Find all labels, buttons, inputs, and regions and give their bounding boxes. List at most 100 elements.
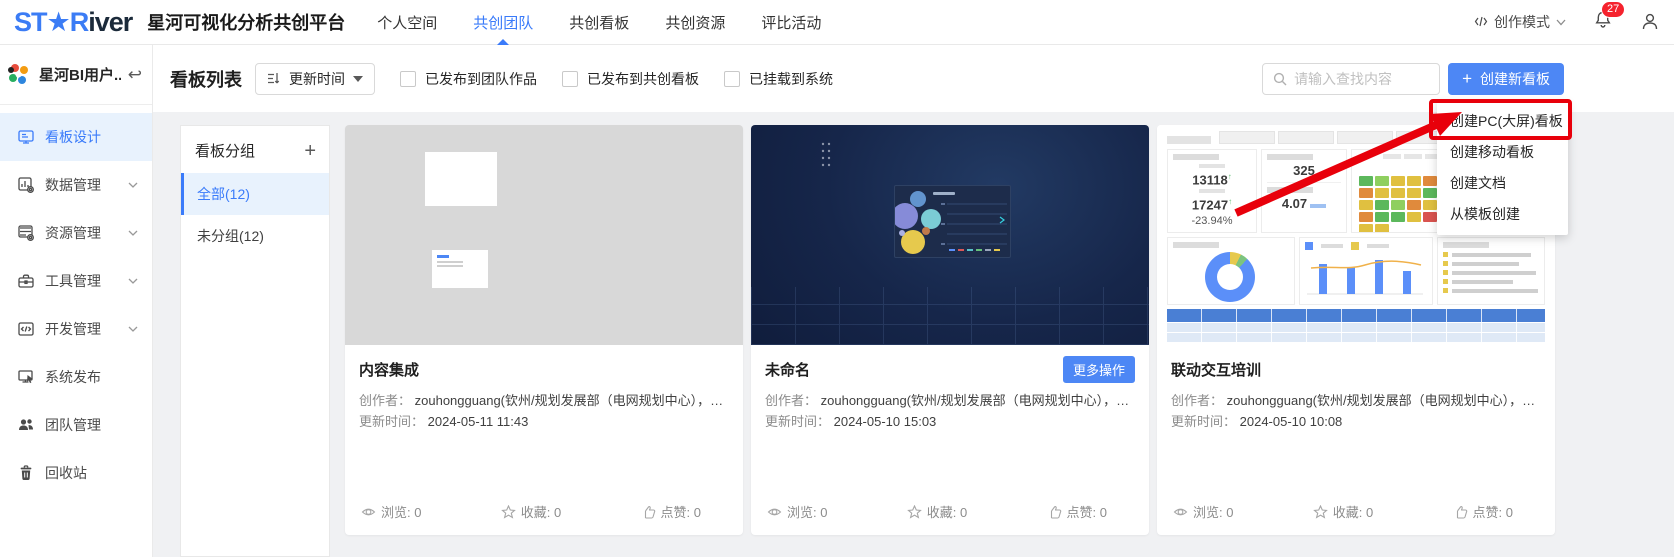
resource-manage-icon [17, 224, 35, 242]
create-board-button[interactable]: + 创建新看板 [1448, 63, 1564, 95]
star-icon [501, 505, 516, 519]
filter-published-cocreation[interactable]: 已发布到共创看板 [562, 69, 699, 89]
filter-label: 已挂载到系统 [749, 69, 833, 89]
card-updated: 更新时间： 2024-05-11 11:43 [359, 411, 729, 432]
thumb-kpi-value: 13118↑ [1173, 170, 1251, 187]
eye-icon [361, 505, 376, 519]
group-item-all[interactable]: 全部(12) [181, 173, 329, 215]
thumb-chart-panel [894, 185, 1011, 258]
thumb-table [1167, 309, 1545, 343]
top-header: ST★River 星河可视化分析共创平台 个人空间 共创团队 共创看板 共创资源… [0, 0, 1674, 45]
views-stat: 浏览: 0 [361, 502, 421, 521]
card-body: 内容集成 创作者： zouhongguang(钦州/规划发展部（电网规划中心），… [345, 345, 743, 535]
lower-layout: 星河BI用户... ↩ 看板设计 数据管理 [0, 45, 1674, 557]
like-stat[interactable]: 点赞: 0 [641, 502, 701, 521]
sidebar-item-tool-manage[interactable]: 工具管理 [0, 257, 152, 305]
thumb-list-panel [1437, 237, 1545, 305]
board-card-content-integration: 内容集成 创作者： zouhongguang(钦州/规划发展部（电网规划中心），… [345, 125, 743, 535]
thumb-kpi-value: 17247↑ [1173, 195, 1251, 212]
checkbox [724, 71, 740, 87]
like-stat[interactable]: 点赞: 0 [1453, 502, 1513, 521]
card-body: 未命名 更多操作 创作者： zouhongguang(钦州/规划发展部（电网规划… [751, 345, 1149, 535]
sidebar-item-label: 看板设计 [45, 127, 101, 147]
card-thumbnail[interactable] [345, 125, 743, 345]
team-row: 星河BI用户... ↩ [0, 45, 152, 105]
user-avatar-icon[interactable] [1640, 12, 1660, 32]
sidebar-item-dev-manage[interactable]: 开发管理 [0, 305, 152, 353]
sidebar-item-data-manage[interactable]: 数据管理 [0, 161, 152, 209]
nav-co-creation-team[interactable]: 共创团队 [473, 0, 533, 45]
search-box [1262, 63, 1440, 95]
favorite-stat[interactable]: 收藏: 0 [1313, 502, 1373, 521]
create-board-label: 创建新看板 [1480, 69, 1550, 89]
team-name: 星河BI用户... [39, 64, 121, 85]
sidebar-item-label: 团队管理 [45, 415, 101, 435]
logo-blue-part: ST★R [14, 7, 88, 37]
filter-mounted-system[interactable]: 已挂载到系统 [724, 69, 833, 89]
card-thumbnail[interactable] [751, 125, 1149, 345]
nav-co-creation-resource[interactable]: 共创资源 [665, 0, 725, 45]
exit-team-icon[interactable]: ↩ [128, 65, 142, 85]
like-stat[interactable]: 点赞: 0 [1047, 502, 1107, 521]
chevron-down-icon [1556, 19, 1566, 26]
sidebar-item-label: 开发管理 [45, 319, 101, 339]
thumb-kpi-panel: 325 4.07 [1261, 149, 1347, 233]
page-title: 星河可视化分析共创平台 [147, 9, 345, 35]
sidebar: 星河BI用户... ↩ 看板设计 数据管理 [0, 45, 153, 557]
nav-competition-activity[interactable]: 评比活动 [761, 0, 821, 45]
thumbs-up-icon [1453, 505, 1468, 519]
favorite-stat[interactable]: 收藏: 0 [501, 502, 561, 521]
thumbs-up-icon [641, 505, 656, 519]
plus-icon: + [1462, 70, 1472, 87]
sidebar-item-resource-manage[interactable]: 资源管理 [0, 209, 152, 257]
sidebar-item-system-publish[interactable]: 系统发布 [0, 353, 152, 401]
sidebar-item-label: 数据管理 [45, 175, 101, 195]
card-creator: 创作者： zouhongguang(钦州/规划发展部（电网规划中心），贺州... [1171, 390, 1541, 411]
nav-personal-space[interactable]: 个人空间 [377, 0, 437, 45]
search-input[interactable] [1294, 71, 1429, 87]
system-publish-icon [17, 368, 35, 386]
sidebar-item-team-manage[interactable]: 团队管理 [0, 401, 152, 449]
dev-manage-icon [17, 320, 35, 338]
filter-published-team[interactable]: 已发布到团队作品 [400, 69, 537, 89]
nav-co-creation-board[interactable]: 共创看板 [569, 0, 629, 45]
sidebar-item-label: 回收站 [45, 463, 87, 483]
sidebar-item-recycle-bin[interactable]: 回收站 [0, 449, 152, 497]
card-stats: 浏览: 0 收藏: 0 点赞: 0 [765, 502, 1135, 523]
creation-mode-toggle[interactable]: 创作模式 [1474, 12, 1566, 32]
sort-button[interactable]: 更新时间 [255, 63, 375, 95]
more-actions-button[interactable]: 更多操作 [1063, 356, 1135, 383]
thumb-kpi-value: 325 [1267, 164, 1341, 178]
checkbox [400, 71, 416, 87]
eye-icon [1173, 505, 1188, 519]
menu-item-create-document[interactable]: 创建文档 [1437, 168, 1568, 199]
sidebar-item-board-design[interactable]: 看板设计 [0, 113, 152, 161]
card-updated: 更新时间： 2024-05-10 10:08 [1171, 411, 1541, 432]
menu-item-create-mobile-board[interactable]: 创建移动看板 [1437, 137, 1568, 168]
checkbox [562, 71, 578, 87]
thumb-kpi-panel: 13118↑ 17247↑ -23.94% [1167, 149, 1257, 233]
menu-item-create-pc-board[interactable]: 创建PC(大屏)看板 [1437, 106, 1568, 137]
sidebar-item-label: 系统发布 [45, 367, 101, 387]
thumb-grid-floor [751, 287, 1149, 345]
group-item-ungrouped[interactable]: 未分组(12) [181, 215, 329, 257]
chevron-down-icon [128, 278, 138, 284]
add-group-button[interactable]: + [304, 141, 316, 161]
board-card-unnamed: 未命名 更多操作 创作者： zouhongguang(钦州/规划发展部（电网规划… [751, 125, 1149, 535]
star-icon [907, 505, 922, 519]
notifications-button[interactable]: 27 [1593, 10, 1613, 35]
filter-label: 已发布到共创看板 [587, 69, 699, 89]
code-mode-icon [1474, 14, 1488, 30]
tool-manage-icon [17, 272, 35, 290]
app-root: ST★River 星河可视化分析共创平台 个人空间 共创团队 共创看板 共创资源… [0, 0, 1674, 557]
card-creator: 创作者： zouhongguang(钦州/规划发展部（电网规划中心），贺州... [765, 390, 1135, 411]
caret-down-icon [353, 76, 363, 82]
favorite-stat[interactable]: 收藏: 0 [907, 502, 967, 521]
header-right: 创作模式 27 [1474, 10, 1668, 35]
menu-item-create-from-template[interactable]: 从模板创建 [1437, 199, 1568, 230]
data-manage-icon [17, 176, 35, 194]
sidebar-item-label: 工具管理 [45, 271, 101, 291]
thumb-kpi-value: -23.94% [1173, 215, 1251, 228]
card-stats: 浏览: 0 收藏: 0 点赞: 0 [359, 502, 729, 523]
eye-icon [767, 505, 782, 519]
